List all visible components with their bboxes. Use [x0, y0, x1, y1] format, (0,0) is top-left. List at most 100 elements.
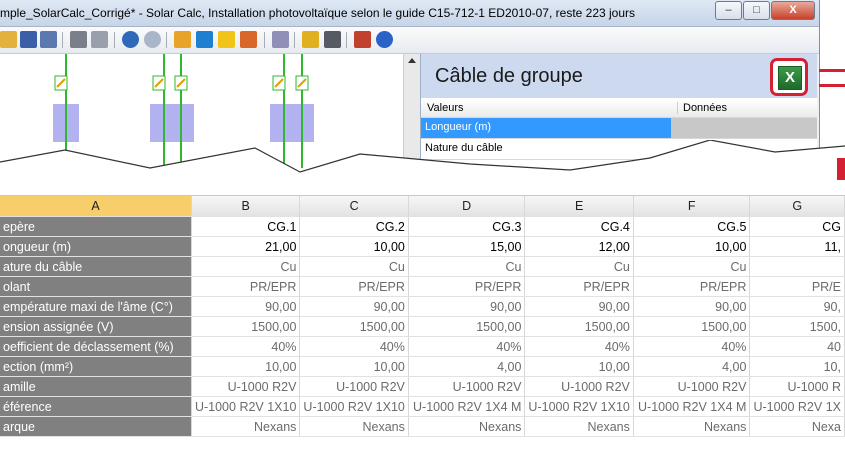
save-as-icon[interactable] — [40, 31, 57, 48]
column-header-b[interactable]: B — [191, 196, 301, 217]
print-icon[interactable] — [70, 31, 87, 48]
data-cell[interactable]: 10, — [749, 356, 845, 377]
data-cell[interactable]: Nexans — [633, 416, 751, 437]
row-label-cell[interactable]: éférence — [0, 396, 192, 417]
print-preview-icon[interactable] — [91, 31, 108, 48]
data-cell[interactable]: 1500,00 — [299, 316, 409, 337]
column-header-g[interactable]: G — [749, 196, 845, 217]
data-cell[interactable]: 90,00 — [524, 296, 634, 317]
property-row-longueur[interactable]: Longueur (m) — [421, 118, 817, 139]
data-cell[interactable]: 40% — [408, 336, 526, 357]
column-header-d[interactable]: D — [408, 196, 526, 217]
close-button[interactable]: X — [771, 1, 815, 20]
data-cell[interactable]: U-1000 R2V 1X10 — [524, 396, 634, 417]
data-cell[interactable]: 40 — [749, 336, 845, 357]
save-icon[interactable] — [20, 31, 37, 48]
row-label-cell[interactable]: ension assignée (V) — [0, 316, 192, 337]
data-cell[interactable]: 1500,00 — [408, 316, 526, 337]
data-cell[interactable]: Cu — [299, 256, 409, 277]
data-cell[interactable]: CG.5 — [633, 216, 751, 237]
data-cell[interactable]: Nexans — [408, 416, 526, 437]
data-cell[interactable]: Nexans — [191, 416, 301, 437]
data-cell[interactable]: U-1000 R2V 1X4 M — [633, 396, 751, 417]
chart-icon[interactable] — [240, 31, 257, 48]
row-label-cell[interactable]: empérature maxi de l'âme (C°) — [0, 296, 192, 317]
data-cell[interactable]: 1500, — [749, 316, 845, 337]
data-cell[interactable]: 10,00 — [524, 356, 634, 377]
data-cell[interactable]: PR/EPR — [299, 276, 409, 297]
data-cell[interactable]: Cu — [524, 256, 634, 277]
property-value[interactable] — [671, 118, 817, 138]
data-cell[interactable]: U-1000 R2V 1X — [749, 396, 845, 417]
data-cell[interactable]: 90,00 — [191, 296, 301, 317]
edit-icon[interactable] — [174, 31, 191, 48]
data-cell[interactable]: 90, — [749, 296, 845, 317]
data-cell[interactable]: U-1000 R2V — [524, 376, 634, 397]
data-cell[interactable]: 40% — [633, 336, 751, 357]
data-cell[interactable]: Nexans — [524, 416, 634, 437]
data-cell[interactable]: 21,00 — [191, 236, 301, 257]
data-cell[interactable]: CG.4 — [524, 216, 634, 237]
data-cell[interactable]: PR/EPR — [191, 276, 301, 297]
data-cell[interactable]: 40% — [299, 336, 409, 357]
data-cell[interactable]: PR/EPR — [524, 276, 634, 297]
column-header-a[interactable]: A — [0, 196, 192, 217]
stack-icon[interactable] — [272, 31, 289, 48]
column-header-values[interactable]: Valeurs — [427, 102, 463, 114]
row-label-cell[interactable]: ection (mm²) — [0, 356, 192, 377]
data-cell[interactable]: U-1000 R2V — [408, 376, 526, 397]
data-cell[interactable]: 4,00 — [408, 356, 526, 377]
data-cell[interactable]: 10,00 — [191, 356, 301, 377]
data-cell[interactable]: 1500,00 — [524, 316, 634, 337]
data-cell[interactable]: Cu — [633, 256, 751, 277]
row-label-cell[interactable]: epère — [0, 216, 192, 237]
row-label-cell[interactable]: amille — [0, 376, 192, 397]
data-cell[interactable]: CG.1 — [191, 216, 301, 237]
help-icon[interactable] — [376, 31, 393, 48]
data-cell[interactable]: U-1000 R2V — [191, 376, 301, 397]
data-cell[interactable]: 90,00 — [633, 296, 751, 317]
data-cell[interactable]: Cu — [191, 256, 301, 277]
row-label-cell[interactable]: oefficient de déclassement (%) — [0, 336, 192, 357]
data-cell[interactable]: 15,00 — [408, 236, 526, 257]
data-cell[interactable]: 12,00 — [524, 236, 634, 257]
data-cell[interactable]: 10,00 — [633, 236, 751, 257]
row-label-cell[interactable]: olant — [0, 276, 192, 297]
data-cell[interactable]: 1500,00 — [633, 316, 751, 337]
data-cell[interactable]: PR/EPR — [633, 276, 751, 297]
user-icon[interactable] — [354, 31, 371, 48]
row-label-cell[interactable]: arque — [0, 416, 192, 437]
maximize-button[interactable]: □ — [743, 1, 770, 20]
data-cell[interactable]: CG.3 — [408, 216, 526, 237]
column-header-f[interactable]: F — [633, 196, 751, 217]
data-cell[interactable]: 11, — [749, 236, 845, 257]
column-header-data[interactable]: Données — [677, 102, 727, 114]
data-cell[interactable]: CG.2 — [299, 216, 409, 237]
data-cell[interactable]: PR/EPR — [408, 276, 526, 297]
data-cell[interactable]: U-1000 R — [749, 376, 845, 397]
data-cell[interactable]: 90,00 — [408, 296, 526, 317]
settings-icon[interactable] — [324, 31, 341, 48]
key-icon[interactable] — [302, 31, 319, 48]
data-cell[interactable]: 40% — [191, 336, 301, 357]
column-header-e[interactable]: E — [524, 196, 634, 217]
data-cell[interactable]: PR/E — [749, 276, 845, 297]
data-cell[interactable]: 10,00 — [299, 356, 409, 377]
minimize-button[interactable]: – — [715, 1, 742, 20]
lightning-icon[interactable] — [218, 31, 235, 48]
data-cell[interactable]: U-1000 R2V 1X10 — [299, 396, 409, 417]
data-cell[interactable] — [749, 256, 845, 277]
data-cell[interactable]: 1500,00 — [191, 316, 301, 337]
column-header-c[interactable]: C — [299, 196, 409, 217]
data-cell[interactable]: U-1000 R2V — [633, 376, 751, 397]
data-cell[interactable]: 4,00 — [633, 356, 751, 377]
scroll-up-icon[interactable] — [408, 58, 416, 63]
open-icon[interactable] — [0, 31, 17, 48]
data-cell[interactable]: 40% — [524, 336, 634, 357]
export-excel-button[interactable]: X — [770, 58, 808, 96]
data-cell[interactable]: Nexans — [299, 416, 409, 437]
data-cell[interactable]: 10,00 — [299, 236, 409, 257]
data-cell[interactable]: 90,00 — [299, 296, 409, 317]
undo-icon[interactable] — [122, 31, 139, 48]
data-cell[interactable]: Nexa — [749, 416, 845, 437]
